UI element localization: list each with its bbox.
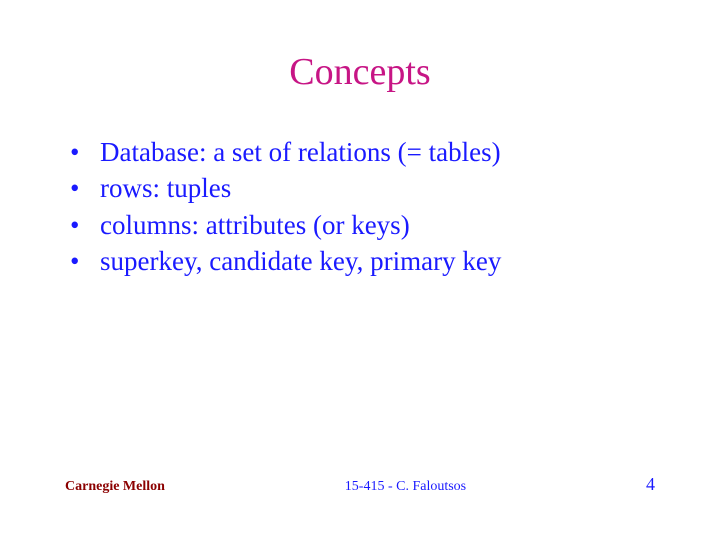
slide-content: Database: a set of relations (= tables) … [60,134,660,474]
list-item: superkey, candidate key, primary key [70,243,660,279]
slide-footer: Carnegie Mellon 15-415 - C. Faloutsos 4 [60,474,660,500]
slide-title: Concepts [60,50,660,94]
slide-number: 4 [646,474,655,495]
footer-course: 15-415 - C. Faloutsos [345,479,466,495]
bullet-list: Database: a set of relations (= tables) … [60,134,660,280]
list-item: rows: tuples [70,170,660,206]
list-item: columns: attributes (or keys) [70,207,660,243]
slide: Concepts Database: a set of relations (=… [0,0,720,540]
footer-org: Carnegie Mellon [65,479,165,495]
list-item: Database: a set of relations (= tables) [70,134,660,170]
